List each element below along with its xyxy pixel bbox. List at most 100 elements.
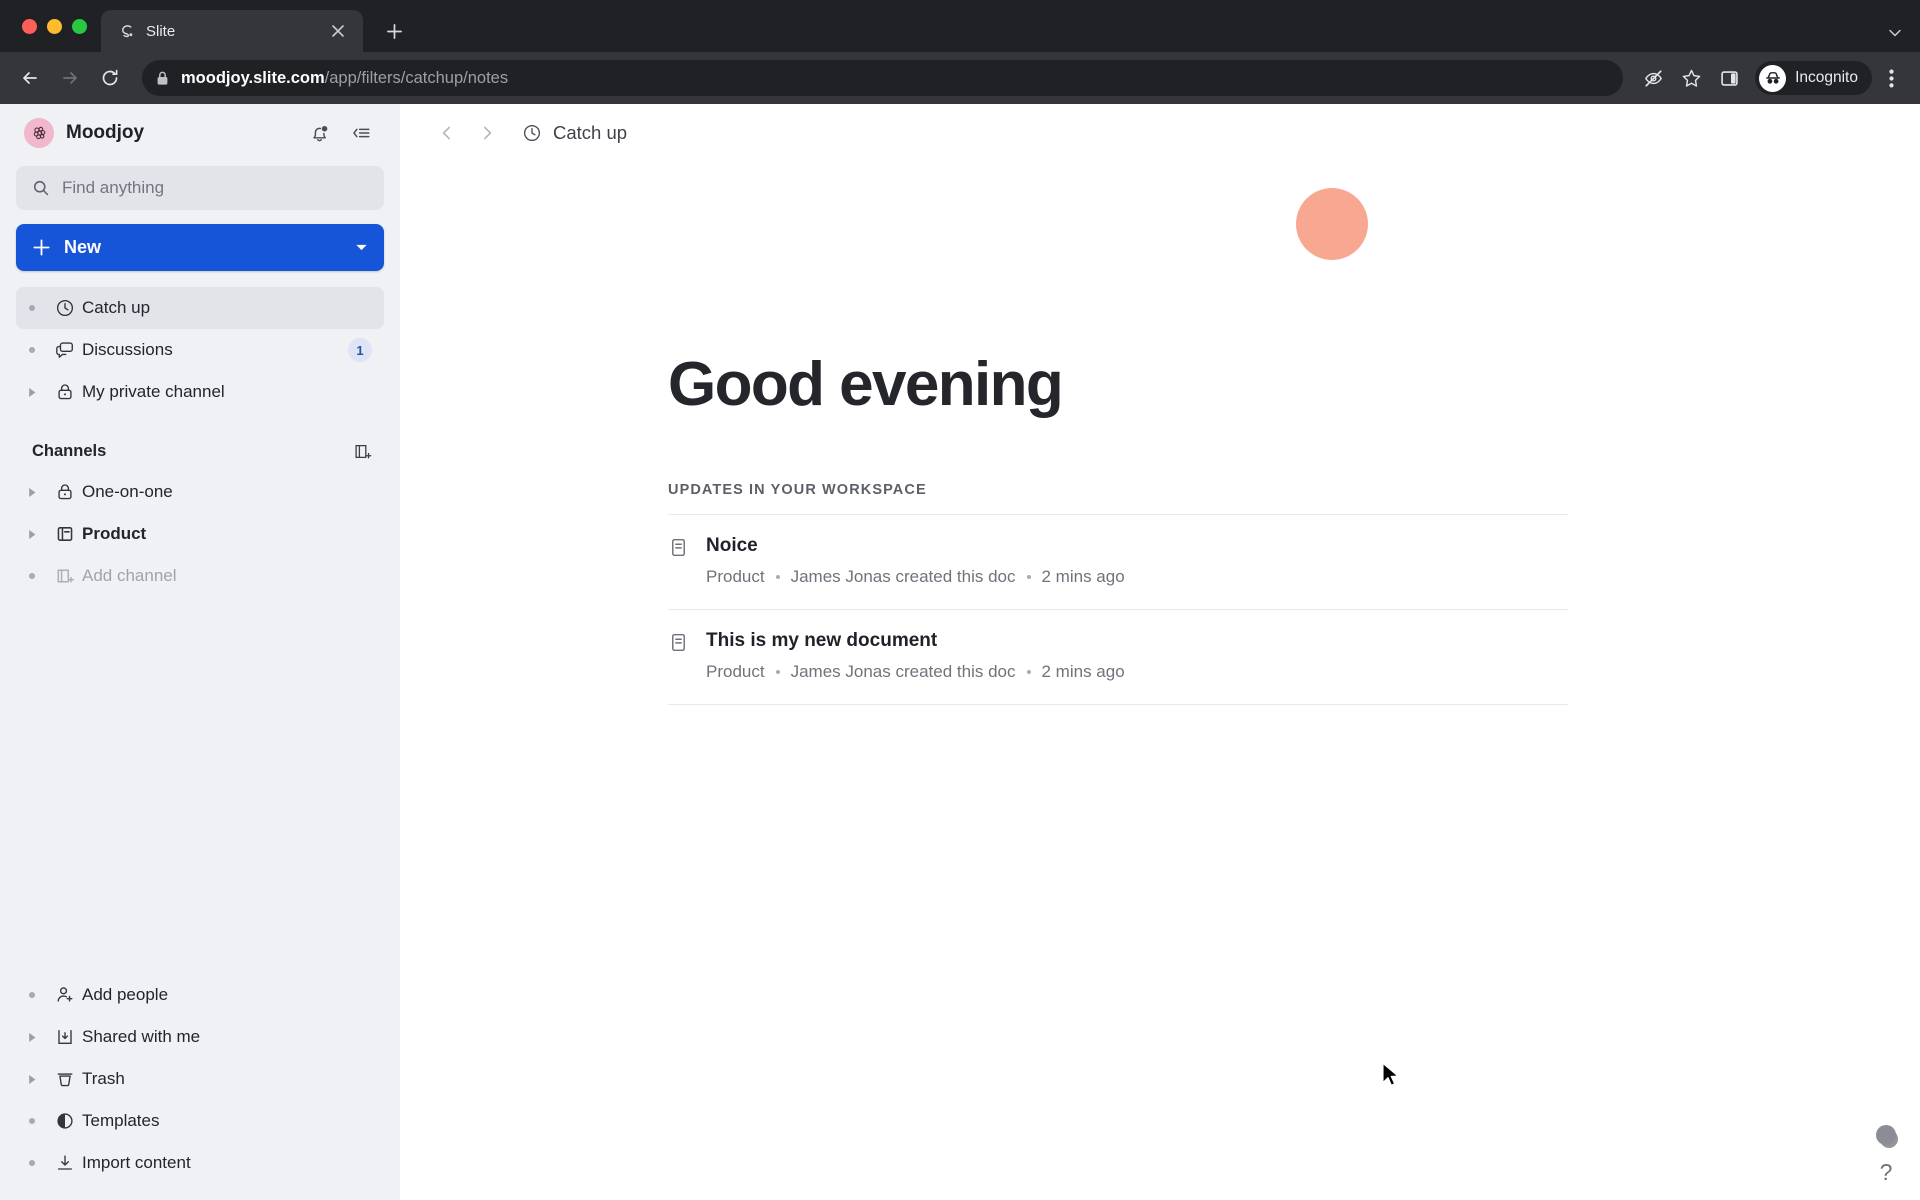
add-channel-icon[interactable]: [348, 437, 376, 465]
browser-tab[interactable]: Slite: [101, 10, 363, 52]
clock-icon: [48, 298, 82, 318]
sidebar-item-discussions[interactable]: Discussions 1: [16, 329, 384, 371]
forward-arrow-icon[interactable]: [52, 60, 88, 96]
search-input[interactable]: Find anything: [16, 166, 384, 210]
sidebar-item-my-private-channel[interactable]: My private channel: [16, 371, 384, 413]
bullet-marker-icon: [16, 573, 48, 579]
separator-dot: [775, 575, 780, 580]
document-time: 2 mins ago: [1041, 662, 1125, 682]
workspace-name: Moodjoy: [66, 122, 145, 143]
separator-dot: [1026, 670, 1031, 675]
sidebar-item-catch-up[interactable]: Catch up: [16, 287, 384, 329]
updates-list: Noice Product James Jonas created this d…: [668, 514, 1568, 706]
sidebar-item-label: Trash: [82, 1069, 125, 1088]
expand-triangle-icon[interactable]: [16, 387, 48, 398]
primary-nav: Catch up Discussions 1 My private channe…: [0, 287, 400, 413]
help-widget[interactable]: ?: [1876, 1125, 1896, 1186]
sidebar-item-trash[interactable]: Trash: [16, 1058, 384, 1100]
browser-window: Slite moodjoy.slite.com/app/filters/catc: [0, 0, 1920, 1200]
collapse-sidebar-icon[interactable]: [346, 118, 376, 148]
document-meta: Product James Jonas created this doc 2 m…: [706, 567, 1125, 587]
download-icon: [48, 1153, 82, 1173]
help-question-icon[interactable]: ?: [1880, 1159, 1893, 1186]
document-action: James Jonas created this doc: [790, 567, 1016, 587]
sidebar-item-label: Templates: [82, 1111, 160, 1130]
chat-bubble-icon[interactable]: [1876, 1125, 1896, 1145]
sidebar-item-label: Product: [82, 524, 147, 543]
expand-triangle-icon[interactable]: [16, 487, 48, 498]
lock-icon: [48, 482, 82, 502]
document-title: This is my new document: [706, 630, 938, 652]
sidebar-item-product[interactable]: Product: [16, 513, 384, 555]
maximize-window-button[interactable]: [72, 18, 87, 34]
list-item[interactable]: Noice Product James Jonas created this d…: [668, 514, 1568, 609]
toolbar-actions: Incognito: [1635, 60, 1908, 96]
lock-icon: [156, 71, 169, 86]
sidebar-item-one-on-one[interactable]: One-on-one: [16, 471, 384, 513]
separator-dot: [775, 670, 780, 675]
bullet-marker-icon: [16, 347, 48, 353]
sidebar-item-label: Shared with me: [82, 1027, 201, 1046]
three-dot-menu-icon[interactable]: [1874, 60, 1908, 96]
sidebar-item-label: Discussions: [82, 340, 173, 359]
clock-icon: [522, 123, 542, 143]
content-area: Good evening UPDATES IN YOUR WORKSPACE N…: [400, 162, 1920, 1200]
chevron-left-icon[interactable]: [430, 116, 464, 150]
chat-bubble-icon: [48, 340, 82, 360]
lock-icon: [48, 382, 82, 402]
updates-section-heading: UPDATES IN YOUR WORKSPACE: [668, 482, 927, 499]
sidebar-item-label: Import content: [82, 1153, 191, 1172]
plus-icon[interactable]: [377, 14, 411, 48]
sidebar-item-label: My private channel: [82, 382, 225, 401]
sidebar-item-import-content[interactable]: Import content: [16, 1142, 384, 1184]
channel-icon: [48, 524, 82, 544]
close-icon[interactable]: [325, 18, 351, 44]
main-toolbar: Catch up: [400, 104, 1920, 162]
sidebar-item-shared-with-me[interactable]: Shared with me: [16, 1016, 384, 1058]
breadcrumb-label: Catch up: [553, 122, 628, 143]
list-item-body: Noice Product James Jonas created this d…: [706, 535, 1125, 587]
url-path: /app/filters/catchup/notes: [324, 68, 509, 87]
chevron-right-icon[interactable]: [470, 116, 504, 150]
expand-triangle-icon[interactable]: [16, 1032, 48, 1043]
add-person-icon: [48, 985, 82, 1005]
document-title: Noice: [706, 535, 758, 557]
document-action: James Jonas created this doc: [790, 662, 1016, 682]
sidebar-item-add-channel[interactable]: Add channel: [16, 555, 384, 597]
breadcrumb[interactable]: Catch up: [522, 122, 627, 144]
expand-triangle-icon[interactable]: [16, 529, 48, 540]
url-host: moodjoy.slite.com: [181, 68, 325, 87]
side-panel-icon[interactable]: [1711, 60, 1747, 96]
inbox-download-icon: [48, 1027, 82, 1047]
document-icon: [668, 535, 690, 587]
sidebar-item-add-people[interactable]: Add people: [16, 974, 384, 1016]
close-window-button[interactable]: [22, 18, 37, 34]
templates-circle-icon: [48, 1111, 82, 1131]
reload-icon[interactable]: [92, 60, 128, 96]
chevron-down-icon[interactable]: [355, 241, 368, 254]
document-channel: Product: [706, 567, 765, 587]
bullet-marker-icon: [16, 992, 48, 998]
channels-title: Channels: [32, 441, 107, 460]
bell-icon[interactable]: [304, 118, 334, 148]
new-button[interactable]: New: [16, 224, 384, 271]
back-arrow-icon[interactable]: [12, 60, 48, 96]
sidebar: Moodjoy Find anything New Catch up Discu…: [0, 104, 400, 1200]
star-icon[interactable]: [1673, 60, 1709, 96]
minimize-window-button[interactable]: [47, 18, 62, 34]
bullet-marker-icon: [16, 305, 48, 311]
window-controls: [14, 0, 101, 52]
trash-icon: [48, 1069, 82, 1089]
chevron-down-icon[interactable]: [1886, 24, 1904, 42]
profile-chip[interactable]: Incognito: [1755, 61, 1872, 95]
address-bar[interactable]: moodjoy.slite.com/app/filters/catchup/no…: [142, 60, 1624, 96]
sidebar-item-templates[interactable]: Templates: [16, 1100, 384, 1142]
eye-slash-icon[interactable]: [1635, 60, 1671, 96]
app-body: Moodjoy Find anything New Catch up Discu…: [0, 104, 1920, 1200]
document-icon: [668, 630, 690, 682]
sidebar-bottom-nav: Add people Shared with me Trash Template…: [0, 974, 400, 1200]
list-item[interactable]: This is my new document Product James Jo…: [668, 609, 1568, 706]
expand-triangle-icon[interactable]: [16, 1074, 48, 1085]
document-meta: Product James Jonas created this doc 2 m…: [706, 662, 1125, 682]
add-channel-icon: [48, 566, 82, 586]
